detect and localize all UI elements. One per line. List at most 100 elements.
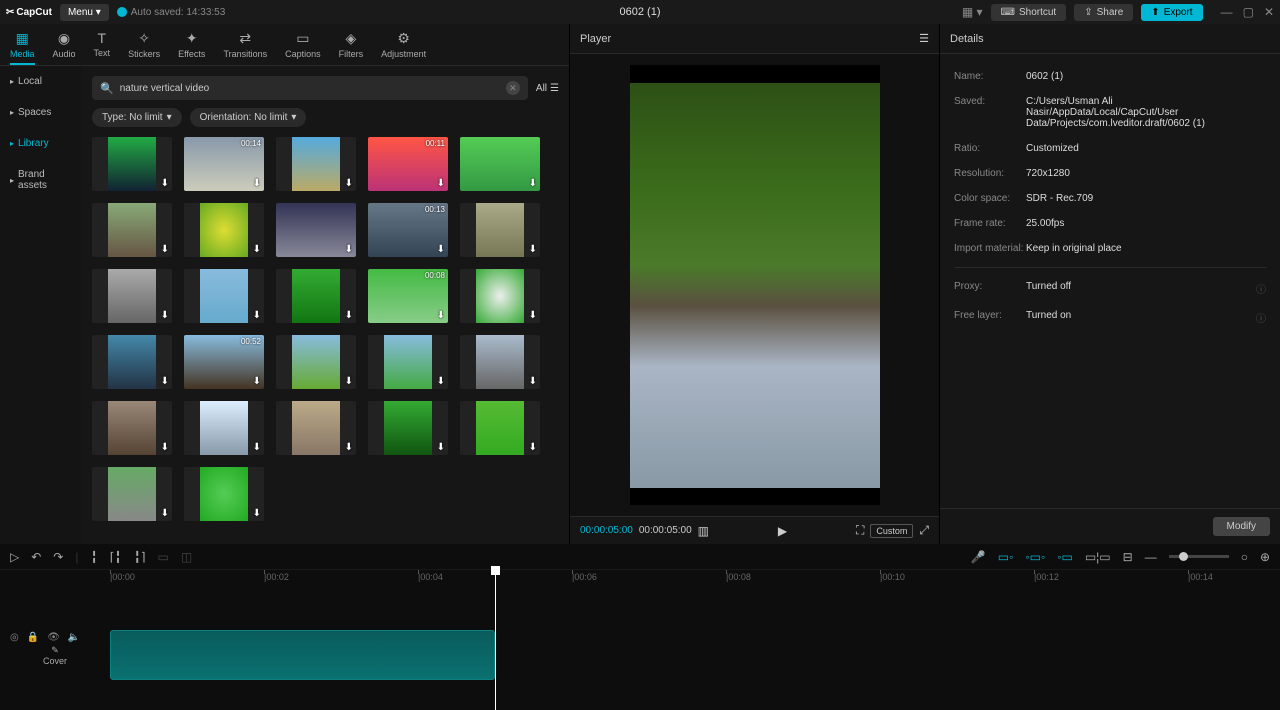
tab-stickers[interactable]: ✧Stickers bbox=[128, 30, 160, 65]
tab-media[interactable]: ▦Media bbox=[10, 30, 35, 65]
modify-button[interactable]: Modify bbox=[1213, 517, 1270, 536]
media-thumbnail[interactable]: ⬇ bbox=[368, 335, 448, 389]
download-icon[interactable]: ⬇ bbox=[161, 178, 169, 189]
track-eye-icon[interactable]: 👁 bbox=[47, 632, 60, 643]
media-thumbnail[interactable]: ⬇ bbox=[276, 269, 356, 323]
track-mute-icon[interactable]: 🔈 bbox=[68, 632, 80, 643]
delete-icon[interactable]: ▭ bbox=[158, 550, 169, 564]
info-icon[interactable]: ⓘ bbox=[1256, 281, 1266, 296]
track-lock-icon[interactable]: ◎ bbox=[10, 632, 19, 643]
magnet-icon[interactable]: ◦▭◦ bbox=[1025, 550, 1045, 564]
sidenav-brand-assets[interactable]: ▸ Brand assets bbox=[0, 159, 82, 201]
player-menu-icon[interactable]: ☰ bbox=[919, 32, 929, 45]
magnet-main-icon[interactable]: ▭◦ bbox=[998, 550, 1014, 564]
download-icon[interactable]: ⬇ bbox=[253, 178, 261, 189]
media-thumbnail[interactable]: 00:08⬇ bbox=[368, 269, 448, 323]
media-thumbnail[interactable]: ⬇ bbox=[276, 137, 356, 191]
ratio-custom[interactable]: Custom bbox=[870, 524, 913, 538]
tab-effects[interactable]: ✦Effects bbox=[178, 30, 205, 65]
download-icon[interactable]: ⬇ bbox=[161, 244, 169, 255]
media-thumbnail[interactable]: ⬇ bbox=[460, 137, 540, 191]
filter-all-button[interactable]: All ☰ bbox=[536, 83, 559, 94]
tab-filters[interactable]: ◈Filters bbox=[339, 30, 364, 65]
zoom-in-icon[interactable]: ○ bbox=[1241, 550, 1248, 564]
split-icon[interactable]: ╏ bbox=[90, 550, 97, 564]
crop-icon[interactable]: ◫ bbox=[181, 550, 192, 564]
clear-search-icon[interactable]: ✕ bbox=[506, 81, 520, 95]
sidenav-spaces[interactable]: ▸ Spaces bbox=[0, 97, 82, 128]
search-input[interactable]: 🔍 ✕ bbox=[92, 76, 528, 100]
download-icon[interactable]: ⬇ bbox=[253, 310, 261, 321]
media-thumbnail[interactable]: ⬇ bbox=[460, 401, 540, 455]
download-icon[interactable]: ⬇ bbox=[161, 442, 169, 453]
filter-orientation[interactable]: Orientation: No limit ▾ bbox=[190, 108, 307, 127]
preview-cut-icon[interactable]: ▭¦▭ bbox=[1085, 550, 1111, 564]
split-left-icon[interactable]: ⌈╏ bbox=[110, 550, 122, 564]
download-icon[interactable]: ⬇ bbox=[253, 244, 261, 255]
share-button[interactable]: ⇪ Share bbox=[1074, 4, 1133, 21]
media-thumbnail[interactable]: ⬇ bbox=[184, 203, 264, 257]
timeline-tracks[interactable] bbox=[110, 588, 1280, 693]
zoom-fit-icon[interactable]: ⊕ bbox=[1260, 550, 1270, 564]
download-icon[interactable]: ⬇ bbox=[345, 178, 353, 189]
download-icon[interactable]: ⬇ bbox=[529, 310, 537, 321]
download-icon[interactable]: ⬇ bbox=[345, 244, 353, 255]
fullscreen-icon[interactable]: ⤢ bbox=[919, 523, 929, 538]
media-thumbnail[interactable]: ⬇ bbox=[184, 467, 264, 521]
download-icon[interactable]: ⬇ bbox=[253, 376, 261, 387]
track-toggle-icon[interactable]: ⊟ bbox=[1123, 550, 1133, 564]
download-icon[interactable]: ⬇ bbox=[161, 508, 169, 519]
media-thumbnail[interactable]: ⬇ bbox=[184, 401, 264, 455]
media-thumbnail[interactable]: 00:13⬇ bbox=[368, 203, 448, 257]
download-icon[interactable]: ⬇ bbox=[437, 310, 445, 321]
play-button[interactable]: ▶ bbox=[778, 524, 787, 538]
media-thumbnail[interactable]: ⬇ bbox=[92, 137, 172, 191]
minimize-icon[interactable]: — bbox=[1221, 5, 1233, 19]
track-visible-icon[interactable]: 🔒 bbox=[27, 632, 39, 643]
mic-icon[interactable]: 🎤 bbox=[971, 550, 986, 564]
sidenav-library[interactable]: ▸ Library bbox=[0, 128, 82, 159]
link-icon[interactable]: ◦▭ bbox=[1057, 550, 1073, 564]
search-field[interactable] bbox=[120, 83, 500, 94]
download-icon[interactable]: ⬇ bbox=[161, 376, 169, 387]
info-icon[interactable]: ⓘ bbox=[1256, 310, 1266, 325]
sidenav-local[interactable]: ▸ Local bbox=[0, 66, 82, 97]
tab-audio[interactable]: ◉Audio bbox=[53, 30, 76, 65]
tab-captions[interactable]: ▭Captions bbox=[285, 30, 321, 65]
download-icon[interactable]: ⬇ bbox=[437, 442, 445, 453]
download-icon[interactable]: ⬇ bbox=[529, 178, 537, 189]
cover-button[interactable]: ✎ Cover bbox=[10, 645, 100, 666]
ratio-icon[interactable]: ⛶ bbox=[856, 523, 864, 538]
download-icon[interactable]: ⬇ bbox=[529, 442, 537, 453]
media-thumbnail[interactable]: ⬇ bbox=[92, 401, 172, 455]
maximize-icon[interactable]: ▢ bbox=[1243, 5, 1254, 19]
download-icon[interactable]: ⬇ bbox=[437, 178, 445, 189]
media-thumbnail[interactable]: ⬇ bbox=[92, 269, 172, 323]
selection-tool-icon[interactable]: ▷ bbox=[10, 550, 19, 564]
download-icon[interactable]: ⬇ bbox=[345, 376, 353, 387]
media-thumbnail[interactable]: ⬇ bbox=[460, 269, 540, 323]
filter-type[interactable]: Type: No limit ▾ bbox=[92, 108, 182, 127]
compare-icon[interactable]: ▥ bbox=[698, 524, 709, 538]
media-thumbnail[interactable]: ⬇ bbox=[460, 335, 540, 389]
media-thumbnail[interactable]: ⬇ bbox=[276, 401, 356, 455]
media-thumbnail[interactable]: ⬇ bbox=[368, 401, 448, 455]
redo-icon[interactable]: ↷ bbox=[53, 550, 63, 564]
shortcut-button[interactable]: ⌨ Shortcut bbox=[991, 4, 1067, 21]
close-icon[interactable]: ✕ bbox=[1264, 5, 1274, 19]
timeline-ruler[interactable]: |00:00|00:02|00:04|00:06|00:08|00:10|00:… bbox=[110, 570, 1280, 588]
export-button[interactable]: ⬆ Export bbox=[1141, 4, 1202, 21]
media-thumbnail[interactable]: 00:52⬇ bbox=[184, 335, 264, 389]
download-icon[interactable]: ⬇ bbox=[437, 244, 445, 255]
tab-adjustment[interactable]: ⚙Adjustment bbox=[381, 30, 426, 65]
media-thumbnail[interactable]: ⬇ bbox=[276, 335, 356, 389]
download-icon[interactable]: ⬇ bbox=[161, 310, 169, 321]
download-icon[interactable]: ⬇ bbox=[345, 310, 353, 321]
media-thumbnail[interactable]: ⬇ bbox=[276, 203, 356, 257]
menu-button[interactable]: Menu ▾ bbox=[60, 4, 109, 21]
timeline-clip[interactable] bbox=[110, 630, 495, 680]
split-right-icon[interactable]: ╏⌉ bbox=[134, 550, 146, 564]
media-thumbnail[interactable]: ⬇ bbox=[92, 467, 172, 521]
download-icon[interactable]: ⬇ bbox=[253, 508, 261, 519]
download-icon[interactable]: ⬇ bbox=[253, 442, 261, 453]
